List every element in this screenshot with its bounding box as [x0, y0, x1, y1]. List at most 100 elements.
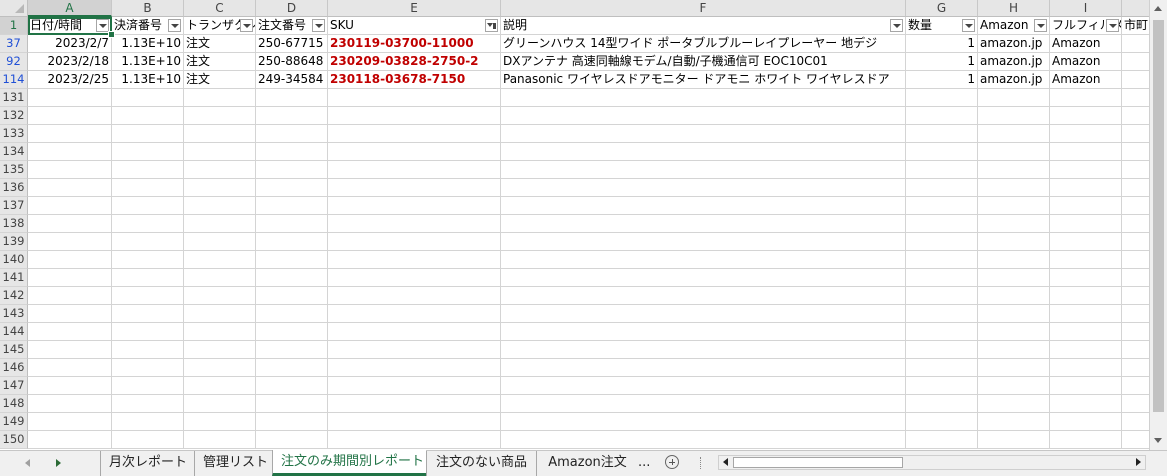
- row-header-140[interactable]: 140: [0, 251, 28, 269]
- horizontal-scrollbar[interactable]: [718, 455, 1146, 470]
- grid-cell[interactable]: [501, 341, 906, 359]
- tab-split-handle[interactable]: [700, 457, 703, 469]
- grid-cell[interactable]: [1050, 89, 1122, 107]
- grid-cell[interactable]: [501, 89, 906, 107]
- filter-dropdown-icon[interactable]: [1106, 19, 1119, 32]
- row-header-136[interactable]: 136: [0, 179, 28, 197]
- grid-cell[interactable]: [1122, 323, 1149, 341]
- grid-cell[interactable]: [1050, 251, 1122, 269]
- grid-cell[interactable]: [906, 251, 978, 269]
- scroll-right-arrow-icon[interactable]: [1132, 457, 1144, 468]
- grid-cell[interactable]: 注文: [184, 53, 256, 71]
- grid-cell[interactable]: [1122, 287, 1149, 305]
- row-header-92[interactable]: 92: [0, 53, 28, 71]
- grid-cell[interactable]: [978, 197, 1050, 215]
- column-header-h[interactable]: H: [978, 0, 1050, 17]
- grid-cell[interactable]: 2023/2/25: [28, 71, 112, 89]
- grid-cell[interactable]: [1050, 359, 1122, 377]
- grid-cell[interactable]: [1050, 323, 1122, 341]
- grid-cell[interactable]: [112, 215, 184, 233]
- row-header-134[interactable]: 134: [0, 143, 28, 161]
- grid-cell[interactable]: [501, 305, 906, 323]
- row-header-138[interactable]: 138: [0, 215, 28, 233]
- header-cell[interactable]: Amazon: [978, 17, 1050, 35]
- grid-cell[interactable]: [501, 215, 906, 233]
- grid-cell[interactable]: [112, 377, 184, 395]
- grid-cell[interactable]: [184, 359, 256, 377]
- grid-cell[interactable]: [112, 233, 184, 251]
- row-header-147[interactable]: 147: [0, 377, 28, 395]
- grid-cell[interactable]: [184, 269, 256, 287]
- grid-cell[interactable]: [906, 89, 978, 107]
- header-cell[interactable]: 説明: [501, 17, 906, 35]
- grid-cell[interactable]: [328, 341, 501, 359]
- row-header-142[interactable]: 142: [0, 287, 28, 305]
- grid-cell[interactable]: グリーンハウス 14型ワイド ポータブルブルーレイプレーヤー 地デジ: [501, 35, 906, 53]
- sheet-tab-1[interactable]: 月次レポート: [100, 451, 194, 476]
- grid-cell[interactable]: [256, 431, 328, 449]
- grid-cell[interactable]: [978, 305, 1050, 323]
- grid-cell[interactable]: [906, 359, 978, 377]
- grid-cell[interactable]: [256, 125, 328, 143]
- grid-cell[interactable]: [1122, 359, 1149, 377]
- grid-cell[interactable]: [501, 197, 906, 215]
- grid-cell[interactable]: [112, 269, 184, 287]
- grid-cell[interactable]: [1122, 215, 1149, 233]
- grid-cell[interactable]: [328, 377, 501, 395]
- grid-cell[interactable]: [978, 107, 1050, 125]
- row-header-148[interactable]: 148: [0, 395, 28, 413]
- grid-cell[interactable]: 1.13E+10: [112, 71, 184, 89]
- grid-cell[interactable]: [184, 395, 256, 413]
- grid-cell[interactable]: [112, 197, 184, 215]
- column-header-a[interactable]: A: [28, 0, 112, 17]
- grid-cell[interactable]: [1050, 395, 1122, 413]
- row-header-145[interactable]: 145: [0, 341, 28, 359]
- grid-cell[interactable]: [906, 341, 978, 359]
- row-header-131[interactable]: 131: [0, 89, 28, 107]
- grid-cell[interactable]: [256, 197, 328, 215]
- row-header-149[interactable]: 149: [0, 413, 28, 431]
- grid-cell[interactable]: [1122, 197, 1149, 215]
- sheet-tab-overflow[interactable]: ...: [638, 451, 650, 476]
- grid-cell[interactable]: [184, 251, 256, 269]
- grid-cell[interactable]: 230119-03700-11000: [328, 35, 501, 53]
- column-header-d[interactable]: D: [256, 0, 328, 17]
- grid-cell[interactable]: [1122, 125, 1149, 143]
- grid-cell[interactable]: [256, 377, 328, 395]
- grid-cell[interactable]: [906, 431, 978, 449]
- grid-cell[interactable]: amazon.jp: [978, 53, 1050, 71]
- grid-cell[interactable]: [906, 413, 978, 431]
- grid-cell[interactable]: [28, 359, 112, 377]
- row-header-146[interactable]: 146: [0, 359, 28, 377]
- grid-cell[interactable]: [501, 287, 906, 305]
- grid-cell[interactable]: [184, 125, 256, 143]
- grid-cell[interactable]: [328, 413, 501, 431]
- grid-cell[interactable]: [256, 359, 328, 377]
- grid-cell[interactable]: [328, 179, 501, 197]
- grid-cell[interactable]: [28, 251, 112, 269]
- grid-cell[interactable]: [978, 341, 1050, 359]
- header-cell[interactable]: 日付/時間: [28, 17, 112, 35]
- grid-cell[interactable]: [112, 179, 184, 197]
- grid-cell[interactable]: [184, 233, 256, 251]
- grid-cell[interactable]: [184, 341, 256, 359]
- grid-cell[interactable]: [501, 125, 906, 143]
- grid-cell[interactable]: [906, 215, 978, 233]
- grid-cell[interactable]: [328, 233, 501, 251]
- grid-cell[interactable]: [1050, 179, 1122, 197]
- grid-cell[interactable]: [256, 251, 328, 269]
- grid-cell[interactable]: [906, 197, 978, 215]
- grid-cell[interactable]: [978, 215, 1050, 233]
- grid-cell[interactable]: [112, 107, 184, 125]
- row-header-133[interactable]: 133: [0, 125, 28, 143]
- sheet-tab-4[interactable]: 注文のない商品: [426, 451, 536, 476]
- grid-cell[interactable]: [906, 269, 978, 287]
- grid-cell[interactable]: [256, 323, 328, 341]
- grid-cell[interactable]: [1122, 431, 1149, 449]
- grid-cell[interactable]: [978, 431, 1050, 449]
- grid-cell[interactable]: 230118-03678-7150: [328, 71, 501, 89]
- grid-cell[interactable]: [184, 377, 256, 395]
- grid-cell[interactable]: [256, 395, 328, 413]
- grid-cell[interactable]: [978, 125, 1050, 143]
- grid-cell[interactable]: [906, 107, 978, 125]
